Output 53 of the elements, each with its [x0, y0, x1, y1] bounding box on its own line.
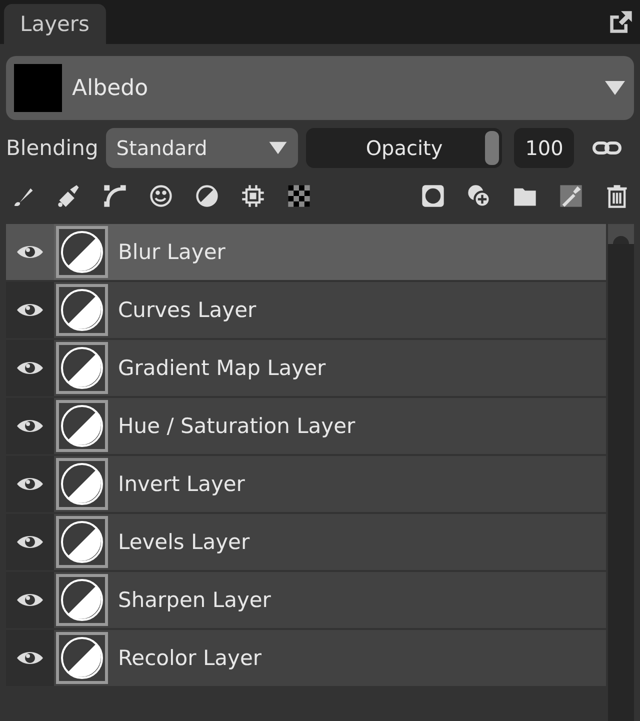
- eye-icon[interactable]: [16, 301, 44, 319]
- adjustment-thumbnail: [56, 516, 108, 568]
- layer-row[interactable]: Recolor Layer: [6, 630, 606, 686]
- layer-row[interactable]: Invert Layer: [6, 456, 606, 512]
- layer-row[interactable]: Gradient Map Layer: [6, 340, 606, 396]
- add-layer-icon[interactable]: [466, 183, 492, 209]
- eye-icon[interactable]: [16, 591, 44, 609]
- eyedropper-icon[interactable]: [558, 183, 584, 209]
- layer-name: Levels Layer: [118, 530, 250, 554]
- chip-icon[interactable]: [240, 183, 266, 209]
- layer-row[interactable]: Blur Layer: [6, 224, 606, 280]
- adjustment-thumbnail: [56, 458, 108, 510]
- blending-label: Blending: [6, 136, 98, 160]
- layer-row[interactable]: Hue / Saturation Layer: [6, 398, 606, 454]
- opacity-slider[interactable]: Opacity: [306, 128, 502, 168]
- dropdown-arrow-icon: [268, 141, 288, 155]
- layer-row[interactable]: Sharpen Layer: [6, 572, 606, 628]
- eye-icon[interactable]: [16, 243, 44, 261]
- layer-name: Recolor Layer: [118, 646, 262, 670]
- panel-tab[interactable]: Layers: [4, 4, 106, 44]
- scrollbar[interactable]: [608, 224, 634, 721]
- layer-row[interactable]: Curves Layer: [6, 282, 606, 338]
- pop-out-icon[interactable]: [608, 9, 634, 35]
- adjustment-thumbnail: [56, 226, 108, 278]
- adjustment-thumbnail: [56, 284, 108, 336]
- eye-icon[interactable]: [16, 417, 44, 435]
- channel-name: Albedo: [72, 76, 150, 100]
- layer-name: Sharpen Layer: [118, 588, 271, 612]
- channel-dropdown[interactable]: Albedo: [6, 56, 634, 120]
- eye-icon[interactable]: [16, 649, 44, 667]
- mask-icon[interactable]: [420, 183, 446, 209]
- eye-icon[interactable]: [16, 533, 44, 551]
- checker-icon[interactable]: [286, 183, 312, 209]
- opacity-field[interactable]: 100: [514, 128, 574, 168]
- eye-icon[interactable]: [16, 359, 44, 377]
- layer-name: Hue / Saturation Layer: [118, 414, 356, 438]
- layer-name: Invert Layer: [118, 472, 245, 496]
- adjustment-thumbnail: [56, 574, 108, 626]
- adjustment-thumbnail: [56, 342, 108, 394]
- eye-icon[interactable]: [16, 475, 44, 493]
- smiley-icon[interactable]: [148, 183, 174, 209]
- curve-icon[interactable]: [102, 183, 128, 209]
- layer-name: Blur Layer: [118, 240, 226, 264]
- layer-name: Gradient Map Layer: [118, 356, 326, 380]
- adjustment-thumbnail: [56, 400, 108, 452]
- blending-dropdown[interactable]: Standard: [106, 128, 298, 168]
- slider-thumb[interactable]: [485, 131, 500, 165]
- dropdown-arrow-icon: [604, 80, 626, 96]
- adjustment-thumbnail: [56, 632, 108, 684]
- layer-row[interactable]: Levels Layer: [6, 514, 606, 570]
- scroll-arrow-icon: [612, 234, 630, 244]
- contrast-icon[interactable]: [194, 183, 220, 209]
- layer-name: Curves Layer: [118, 298, 256, 322]
